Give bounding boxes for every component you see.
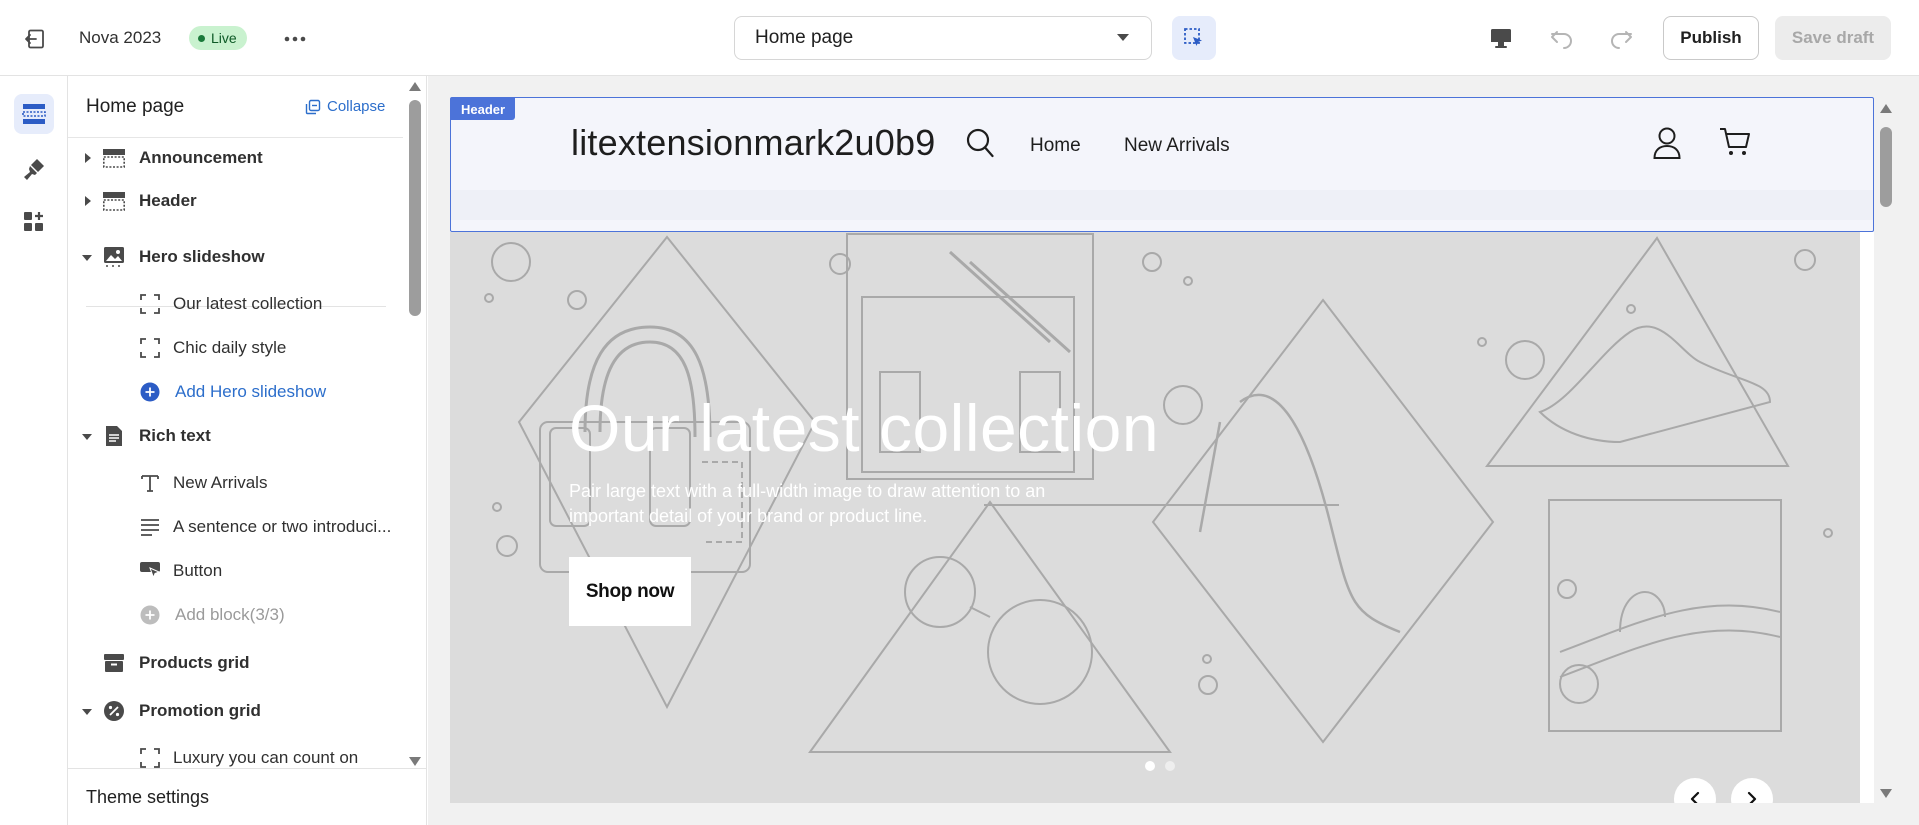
left-rail [0,76,68,825]
plus-circle-icon [138,603,162,627]
sidebar-item-label: Hero slideshow [139,247,265,266]
slide-block-icon [138,336,162,360]
chevron-down-icon [1117,34,1129,41]
block-item-chic-daily-style[interactable]: Chic daily style [68,328,403,368]
sidebar-item-label: Announcement [139,148,263,167]
hero-text: Pair large text with a full-width image … [569,481,1046,526]
paragraph-icon [138,515,162,539]
redo-icon[interactable] [1605,22,1637,54]
slide-indicators [1145,761,1175,771]
page-selector[interactable]: Home page [734,16,1152,60]
store-logo[interactable]: litextensionmark2u0b9 [571,122,935,164]
search-icon[interactable] [966,128,994,163]
sidebar-item-header[interactable]: Header [68,181,403,221]
cart-icon[interactable] [1719,127,1751,162]
slide-dot[interactable] [1165,761,1175,771]
add-block-label: Add block(3/3) [175,605,285,624]
publish-button[interactable]: Publish [1663,16,1759,60]
sidebar-item-promotion-grid[interactable]: Promotion grid [68,691,403,731]
scroll-down-icon[interactable] [1880,789,1892,798]
block-item-button[interactable]: Button [68,551,403,591]
block-item-label: A sentence or two introduci... [173,517,392,536]
add-block-button[interactable]: Add block(3/3) [68,595,403,635]
block-item-text[interactable]: A sentence or two introduci... [68,507,403,547]
site-header[interactable]: Header litextensionmark2u0b9 Home New Ar… [450,97,1874,232]
announcement-section-icon [102,146,126,170]
theme-name: Nova 2023 [79,28,162,47]
sidebar-item-products-grid[interactable]: Products grid [68,643,403,683]
scroll-up-icon[interactable] [1880,104,1892,113]
hero-slideshow[interactable]: Our latest collection Pair large text wi… [450,232,1860,803]
status-badge-label: Live [211,30,237,46]
collapse-button[interactable]: Collapse [305,98,385,115]
block-item-label: Chic daily style [173,338,287,357]
sidebar-item-announcement[interactable]: Announcement [68,138,403,178]
sidebar-item-hero-slideshow[interactable]: Hero slideshow [68,237,403,277]
live-dot-icon [198,34,205,42]
status-badge: Live [189,26,247,50]
preview-scrollbar[interactable] [1877,97,1895,803]
more-icon[interactable] [280,24,310,54]
scrollbar-thumb[interactable] [409,100,421,316]
hero-title: Our latest collection [569,391,1160,465]
theme-settings-footer[interactable]: Theme settings [68,768,426,825]
sections-icon[interactable] [14,94,54,134]
sidebar-item-label: Promotion grid [139,701,261,720]
chevron-right-icon[interactable] [82,196,92,206]
chevron-right-icon[interactable] [82,153,92,163]
theme-settings-icon[interactable] [14,150,54,190]
block-item-our-latest-collection[interactable]: Our latest collection [68,284,403,324]
chevron-down-icon[interactable] [82,252,92,262]
plus-circle-icon [138,380,162,404]
sidebar-title: Home page [86,96,185,117]
slide-block-icon [138,746,162,770]
chevron-down-icon[interactable] [82,431,92,441]
shop-now-button[interactable]: Shop now [569,557,691,626]
theme-settings-label: Theme settings [86,787,210,807]
inspect-icon[interactable] [1172,16,1216,60]
chevron-left-icon [1690,791,1700,803]
image-section-icon [102,245,126,269]
header-section-icon [102,189,126,213]
app-embeds-icon[interactable] [14,202,54,242]
chevron-right-icon [1747,791,1757,803]
button-block-icon [138,559,162,583]
slide-dot[interactable] [1145,761,1155,771]
block-item-label: New Arrivals [173,473,268,492]
slide-block-icon [138,292,162,316]
document-section-icon [102,424,126,448]
desktop-icon[interactable] [1485,22,1517,54]
scroll-down-icon[interactable] [409,757,421,766]
header-tag: Header [451,98,516,120]
add-hero-slideshow-button[interactable]: Add Hero slideshow [68,372,403,412]
add-block-label: Add Hero slideshow [175,382,327,401]
account-icon[interactable] [1653,127,1681,164]
save-draft-button[interactable]: Save draft [1775,16,1891,60]
sidebar-item-label: Header [139,191,197,210]
text-heading-icon [138,471,162,495]
header-bottom-band [451,190,1873,220]
page-selector-label: Home page [755,27,854,48]
exit-icon[interactable] [20,24,50,54]
chevron-down-icon[interactable] [82,706,92,716]
products-section-icon [102,651,126,675]
scrollbar-thumb[interactable] [1880,127,1892,207]
sidebar-item-label: Rich text [139,426,211,445]
block-item-label: Button [173,561,223,580]
nav-link-new-arrivals[interactable]: New Arrivals [1124,135,1230,157]
store-preview: Header litextensionmark2u0b9 Home New Ar… [450,97,1874,803]
undo-icon[interactable] [1546,22,1578,54]
sidebar-scrollbar[interactable] [405,76,425,776]
top-bar: Nova 2023 Live Home page Publish Save dr… [0,0,1919,76]
nav-link-home[interactable]: Home [1030,135,1081,157]
block-item-label: Our latest collection [173,294,323,313]
discount-section-icon [102,699,126,723]
sidebar-item-label: Products grid [139,653,250,672]
sidebar-item-rich-text[interactable]: Rich text [68,416,403,456]
block-item-new-arrivals[interactable]: New Arrivals [68,463,403,503]
block-item-label: Luxury you can count on [173,748,359,767]
collapse-label: Collapse [327,98,386,115]
sections-sidebar: Home page Collapse Announcement Header H… [68,76,427,825]
scroll-up-icon[interactable] [409,82,421,91]
